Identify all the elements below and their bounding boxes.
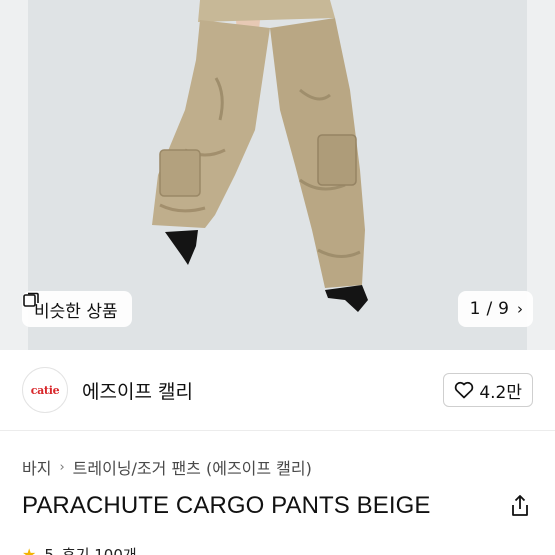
chevron-right-icon: › [517,300,523,318]
copy-stack-icon [23,292,39,307]
shop-like-button[interactable]: 4.2만 [443,373,533,407]
breadcrumb: 바지 › 트레이닝/조거 팬츠 (에즈이프 캘리) [22,455,312,479]
gallery-pager[interactable]: 1 / 9 › [457,291,533,327]
heart-icon [455,381,474,399]
breadcrumb-item-category[interactable]: 바지 [22,455,51,479]
rating-score: 5 [44,545,54,555]
rating-row[interactable]: ★ 5 후기 100개 [22,544,137,555]
similar-products-label: 비슷한 상품 [34,301,118,322]
breadcrumb-item-subcategory[interactable]: 트레이닝/조거 팬츠 (에즈이프 캘리) [73,455,312,479]
product-title: PARACHUTE CARGO PANTS BEIGE [22,492,431,519]
shop-row[interactable]: catie 에즈이프 캘리 4.2만 [22,366,533,414]
chevron-right-icon: › [59,459,65,475]
shop-name[interactable]: 에즈이프 캘리 [82,377,193,404]
share-icon[interactable] [507,493,533,519]
shop-logo[interactable]: catie [22,367,68,413]
similar-products-button[interactable]: 비슷한 상품 [22,291,132,327]
product-image-gallery[interactable]: 비슷한 상품 1 / 9 › [0,0,555,350]
shop-like-count: 4.2만 [479,382,522,403]
shop-logo-text: catie [30,383,60,397]
pager-total: 9 [498,299,509,319]
pager-separator: / [486,299,493,319]
rating-reviews: 후기 100개 [61,546,137,555]
pager-current: 1 [469,299,481,319]
section-divider [0,430,555,431]
product-title-row: PARACHUTE CARGO PANTS BEIGE [22,492,533,520]
star-icon: ★ [22,545,37,555]
